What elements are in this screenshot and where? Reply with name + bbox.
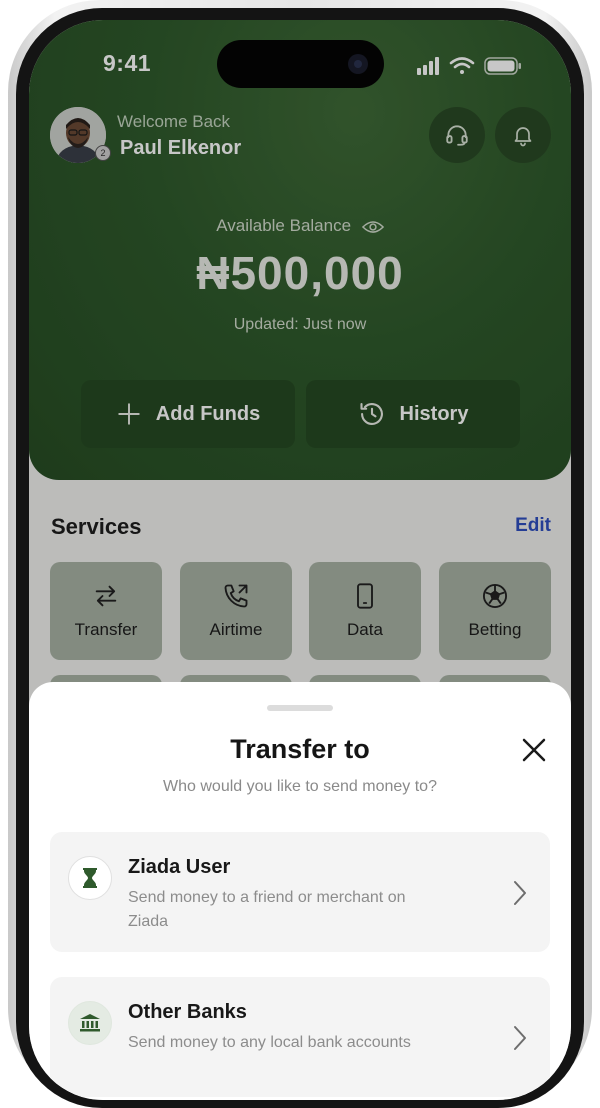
hourglass-icon (68, 856, 112, 900)
app-screen: 9:41 2 Welcome Back Paul Elkenor Availab… (29, 20, 571, 1100)
sheet-subtitle: Who would you like to send money to? (163, 778, 437, 795)
chevron-right-icon (514, 1026, 526, 1050)
bank-icon (68, 1001, 112, 1045)
option-title: Other Banks (128, 1001, 247, 1023)
sheet-drag-handle[interactable] (267, 705, 333, 711)
option-other-banks[interactable]: Other Banks Send money to any local bank… (50, 977, 550, 1097)
sheet-title: Transfer to (230, 734, 370, 764)
close-icon[interactable] (519, 735, 549, 765)
option-title: Ziada User (128, 856, 231, 878)
option-description: Send money to any local bank accounts (128, 1034, 411, 1051)
transfer-bottom-sheet: Transfer to Who would you like to send m… (29, 682, 571, 1100)
option-description: Send money to a friend or merchant on Zi… (128, 889, 406, 930)
option-ziada-user[interactable]: Ziada User Send money to a friend or mer… (50, 832, 550, 952)
chevron-right-icon (514, 881, 526, 905)
